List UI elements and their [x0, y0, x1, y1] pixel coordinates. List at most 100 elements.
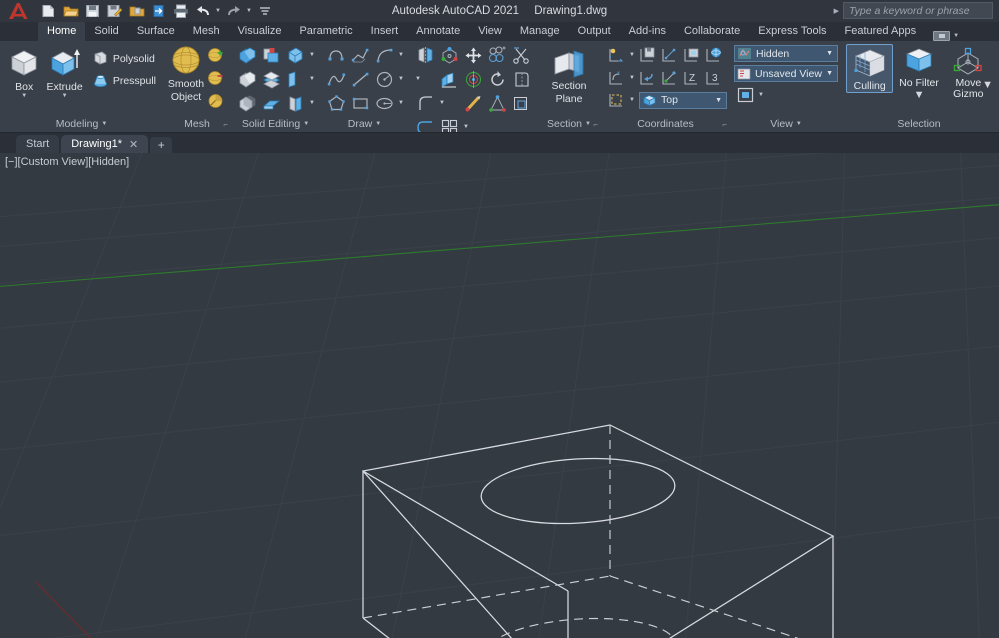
ellipse-icon[interactable]: [372, 91, 396, 115]
panel-title-coordinates[interactable]: Coordinates ⌐: [601, 116, 730, 132]
panel-expand-icon[interactable]: ⌐: [593, 120, 598, 129]
box-dropdown-icon[interactable]: ▼: [21, 93, 27, 99]
ucs-previous-icon[interactable]: [637, 66, 659, 89]
chamfer-edge-icon[interactable]: [413, 91, 437, 115]
polysolid-button[interactable]: Polysolid: [89, 48, 159, 69]
chevron-down-icon[interactable]: ▼: [715, 97, 724, 104]
rotate-icon[interactable]: [485, 67, 509, 91]
drawing-viewport[interactable]: [−][Custom View][Hidden]: [0, 153, 999, 638]
new-file-icon[interactable]: [38, 1, 59, 21]
ribbon-tab-addins[interactable]: Add-ins: [620, 22, 675, 41]
search-expand-icon[interactable]: ▶: [834, 7, 839, 15]
solid-history-icon[interactable]: [259, 43, 283, 67]
polyline-icon[interactable]: [324, 43, 348, 67]
ucs-display-dropdown-icon[interactable]: ▼: [627, 89, 637, 111]
ucs-3-icon[interactable]: 3: [703, 66, 725, 89]
intersect-icon[interactable]: [235, 91, 259, 115]
redo-dropdown-icon[interactable]: ▼: [245, 8, 253, 14]
union-icon[interactable]: [235, 43, 259, 67]
chevron-down-icon[interactable]: ▼: [101, 121, 107, 127]
ribbon-tab-insert[interactable]: Insert: [362, 22, 408, 41]
shell-icon[interactable]: [283, 91, 307, 115]
fillet-dropdown-icon[interactable]: ▼: [437, 91, 447, 115]
undo-icon[interactable]: [192, 1, 213, 21]
3d-rotate-icon[interactable]: [437, 43, 461, 67]
panel-title-draw[interactable]: Draw ▼: [320, 116, 409, 132]
section-plane-button[interactable]: Section Plane: [541, 47, 597, 105]
ribbon-tab-overflow[interactable]: ▼: [933, 31, 959, 41]
open-file-icon[interactable]: [60, 1, 81, 21]
ucs-3point-icon[interactable]: [659, 43, 681, 66]
chevron-down-icon[interactable]: ▼: [826, 50, 835, 57]
ribbon-tab-visualize[interactable]: Visualize: [229, 22, 291, 41]
extrude-button[interactable]: Extrude ▼: [44, 44, 84, 99]
array-icon[interactable]: [437, 115, 461, 132]
panel-expand-icon[interactable]: ⌐: [722, 120, 727, 129]
plot-icon[interactable]: [170, 1, 191, 21]
no-filter-button[interactable]: No Filter ▼: [895, 44, 942, 101]
smooth-less-icon[interactable]: [205, 67, 227, 89]
taper-faces-icon[interactable]: [259, 91, 283, 115]
culling-button[interactable]: Culling: [846, 44, 894, 93]
move-gizmo-button[interactable]: Move Gizmo ▼: [945, 44, 993, 100]
fillet-edge-icon[interactable]: [509, 67, 533, 91]
refine-mesh-icon[interactable]: [205, 90, 227, 112]
ucs-display-icon[interactable]: [605, 89, 627, 111]
save-as-icon[interactable]: [104, 1, 125, 21]
subtract-icon[interactable]: [235, 67, 259, 91]
trim-icon[interactable]: [509, 43, 533, 67]
3d-scale-icon[interactable]: [461, 67, 485, 91]
panel-title-solid-editing[interactable]: Solid Editing ▼: [231, 116, 320, 132]
extract-edges-icon[interactable]: [283, 43, 307, 67]
presspull-button[interactable]: Presspull: [89, 70, 159, 91]
file-tab-drawing1[interactable]: Drawing1* ✕: [61, 135, 149, 153]
ucs-named-icon[interactable]: [637, 43, 659, 66]
view-combo[interactable]: Unsaved View ▼: [734, 65, 838, 82]
trim-dropdown-icon[interactable]: ▼: [413, 67, 423, 91]
3d-mirror-icon[interactable]: [413, 43, 437, 67]
ribbon-tab-mesh[interactable]: Mesh: [184, 22, 229, 41]
no-filter-dropdown-icon[interactable]: ▼: [914, 89, 925, 101]
panel-title-section[interactable]: Section ▼ ⌐: [537, 116, 601, 132]
panel-title-view[interactable]: View ▼: [730, 116, 842, 132]
rectangle-icon[interactable]: [348, 91, 372, 115]
panel-title-mesh[interactable]: Mesh ⌐: [163, 116, 231, 132]
ucs-z-icon[interactable]: Z: [681, 66, 703, 89]
viewport-label[interactable]: [−][Custom View][Hidden]: [5, 156, 129, 168]
extract-edges-dropdown-icon[interactable]: ▼: [307, 43, 317, 67]
ucs-x-icon[interactable]: [659, 66, 681, 89]
panel-expand-icon[interactable]: ⌐: [223, 120, 228, 129]
arc-dropdown-icon[interactable]: ▼: [396, 43, 406, 67]
ribbon-tab-collaborate[interactable]: Collaborate: [675, 22, 749, 41]
viewport-config-icon[interactable]: [734, 85, 756, 105]
polygon-icon[interactable]: [324, 91, 348, 115]
3d-move-icon[interactable]: [461, 43, 485, 67]
customize-icon[interactable]: [254, 1, 275, 21]
ucs-object-dropdown-icon[interactable]: ▼: [627, 66, 637, 89]
array-dropdown-icon[interactable]: ▼: [461, 115, 471, 132]
extrude-faces-icon[interactable]: [283, 67, 307, 91]
ribbon-tab-parametric[interactable]: Parametric: [290, 22, 361, 41]
3d-array-icon[interactable]: [485, 43, 509, 67]
close-icon[interactable]: ✕: [129, 138, 138, 151]
smooth-object-button[interactable]: Smooth Object: [167, 43, 205, 103]
explode-icon[interactable]: [461, 91, 485, 115]
search-input[interactable]: Type a keyword or phrase: [843, 2, 993, 19]
solid-box-model[interactable]: [361, 424, 835, 638]
save-to-web-icon[interactable]: [148, 1, 169, 21]
save-icon[interactable]: [82, 1, 103, 21]
ucs-origin-dropdown-icon[interactable]: ▼: [627, 43, 637, 66]
chevron-down-icon[interactable]: ▼: [375, 121, 381, 127]
undo-dropdown-icon[interactable]: ▼: [214, 8, 222, 14]
circle-icon[interactable]: [372, 67, 396, 91]
3d-polyline-icon[interactable]: [348, 43, 372, 67]
ribbon-tab-featured-apps[interactable]: Featured Apps: [836, 22, 926, 41]
ribbon-tab-home[interactable]: Home: [38, 22, 86, 41]
ucs-origin-icon[interactable]: [605, 43, 627, 66]
ucs-object-icon[interactable]: x: [605, 66, 627, 89]
slice-icon[interactable]: [259, 67, 283, 91]
ucs-face-icon[interactable]: [681, 43, 703, 66]
spline-icon[interactable]: [324, 67, 348, 91]
redo-icon[interactable]: [223, 1, 244, 21]
extrude-faces-dropdown-icon[interactable]: ▼: [307, 67, 317, 91]
